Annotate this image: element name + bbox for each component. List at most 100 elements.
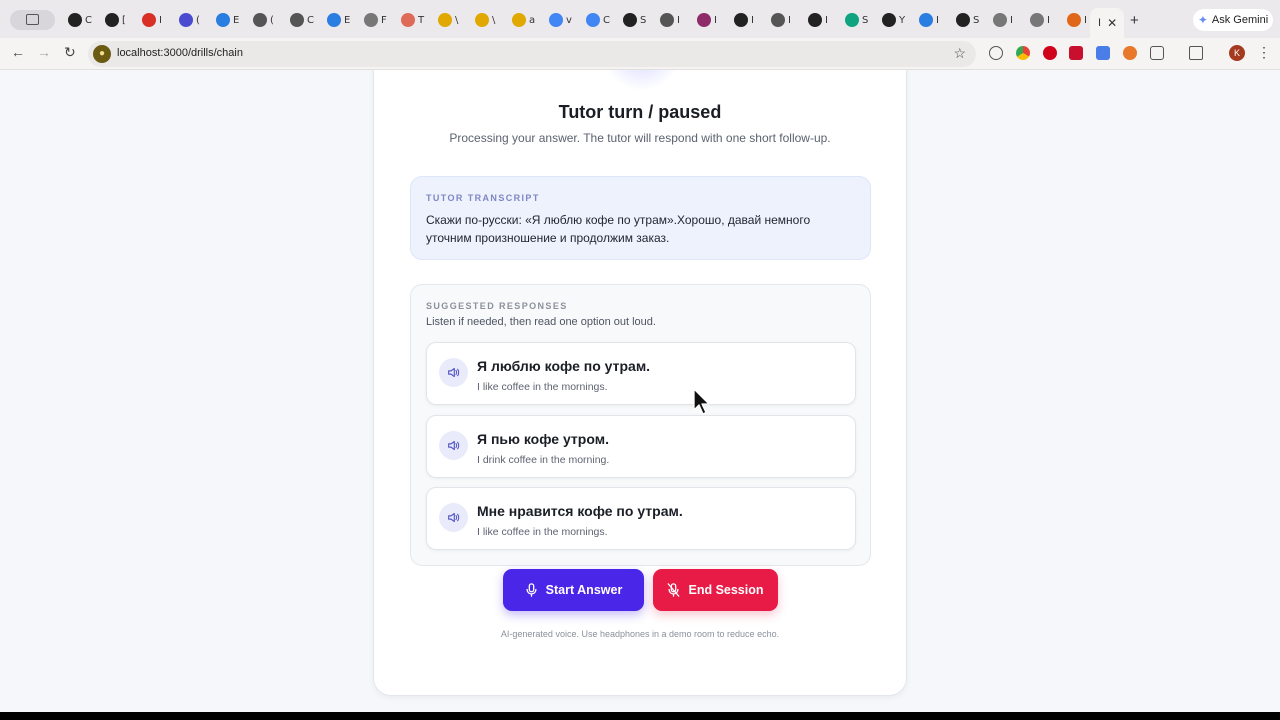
url-text[interactable]: localhost:3000/drills/chain — [117, 47, 243, 59]
ask-gemini-button[interactable]: ✦ Ask Gemini — [1193, 9, 1273, 31]
red-extension-icon[interactable] — [1069, 46, 1083, 60]
browser-tab[interactable]: I — [808, 11, 842, 29]
browser-tab[interactable]: ( — [179, 11, 213, 29]
app-icon — [179, 13, 193, 27]
browser-tab[interactable]: I — [734, 11, 768, 29]
browser-tab[interactable]: I — [993, 11, 1027, 29]
github-icon — [808, 13, 822, 27]
browser-tab-title: \ — [492, 14, 496, 26]
clock-icon — [290, 13, 304, 27]
speaker-icon — [448, 512, 460, 523]
clock-icon — [956, 13, 970, 27]
browser-tab[interactable]: I — [697, 11, 731, 29]
tab-search-panel-icon[interactable] — [1189, 46, 1203, 60]
orange-extension-icon[interactable] — [1123, 46, 1137, 60]
extensions-puzzle-icon[interactable] — [1150, 46, 1164, 60]
chrome-icon — [660, 13, 674, 27]
browser-tab[interactable]: ( — [253, 11, 287, 29]
browser-tab-title: I — [825, 14, 828, 26]
browser-tab-title: I — [714, 14, 717, 26]
address-bar[interactable]: ● localhost:3000/drills/chain ☆ — [88, 41, 976, 67]
response-option[interactable]: Я пью кофе утром. I drink coffee in the … — [426, 415, 856, 478]
browser-tab-title: I — [1010, 14, 1013, 26]
tab-active[interactable]: I ✕ — [1090, 8, 1124, 38]
browser-tab[interactable]: I — [919, 11, 953, 29]
gemini-sparkle-icon: ✦ — [1197, 13, 1208, 27]
site-mic-icon[interactable]: ● — [93, 45, 111, 63]
browser-tab[interactable]: a — [512, 11, 546, 29]
browser-tab-title: F — [381, 14, 387, 26]
browser-tab[interactable]: C — [290, 11, 324, 29]
browser-tab-title: I — [751, 14, 754, 26]
speaker-icon — [448, 440, 460, 451]
start-answer-button[interactable]: Start Answer — [503, 569, 644, 611]
browser-tab[interactable]: C — [586, 11, 620, 29]
analytics-icon — [105, 13, 119, 27]
browser-tab[interactable]: I — [660, 11, 694, 29]
back-arrow-icon[interactable]: ← — [11, 44, 25, 60]
chrome-extension-icon[interactable] — [1016, 46, 1030, 60]
browser-tab-title: \ — [455, 14, 459, 26]
face-icon — [475, 13, 489, 27]
browser-tab[interactable]: \ — [438, 11, 472, 29]
browser-tab[interactable]: I — [1030, 11, 1064, 29]
browser-tab-title: S — [862, 14, 869, 26]
browser-tab-title: Y — [899, 14, 906, 26]
browser-tab[interactable]: [ — [105, 11, 139, 29]
globe-icon — [216, 13, 230, 27]
play-audio-button[interactable] — [439, 503, 468, 532]
chrome-icon — [771, 13, 785, 27]
forward-arrow-icon[interactable]: → — [37, 44, 51, 60]
google-icon — [586, 13, 600, 27]
response-option[interactable]: Я люблю кофе по утрам. I like coffee in … — [426, 342, 856, 405]
shield-extension-icon[interactable] — [1043, 46, 1057, 60]
browser-tab-title: I — [936, 14, 939, 26]
browser-tab[interactable]: E — [216, 11, 250, 29]
browser-tab-title: C — [307, 14, 314, 26]
puzzle-icon — [327, 13, 341, 27]
start-answer-label: Start Answer — [545, 583, 623, 597]
suggested-responses-panel: SUGGESTED RESPONSES Listen if needed, th… — [410, 284, 871, 566]
reload-icon[interactable]: ↻ — [64, 44, 76, 61]
response-option[interactable]: Мне нравится кофе по утрам. I like coffe… — [426, 487, 856, 550]
browser-tab[interactable]: v — [549, 11, 583, 29]
twitch-icon — [697, 13, 711, 27]
profile-avatar[interactable]: K — [1229, 45, 1245, 61]
new-tab-button[interactable]: + — [1130, 12, 1139, 29]
bookmark-star-icon[interactable]: ☆ — [953, 45, 966, 62]
browser-tab-title: [ — [122, 14, 126, 26]
browser-tab-title: I — [1047, 14, 1050, 26]
end-session-button[interactable]: End Session — [653, 569, 778, 611]
cube-icon — [401, 13, 415, 27]
play-audio-button[interactable] — [439, 431, 468, 460]
browser-tab[interactable]: F — [364, 11, 398, 29]
browser-tab[interactable]: E — [327, 11, 361, 29]
browser-tab-title: I — [1084, 14, 1087, 26]
browser-tab[interactable]: S — [845, 11, 879, 29]
github-icon — [623, 13, 637, 27]
status-title: Tutor turn / paused — [558, 102, 722, 122]
play-audio-button[interactable] — [439, 358, 468, 387]
browser-tab[interactable]: S — [956, 11, 990, 29]
tutor-transcript-panel: TUTOR TRANSCRIPT Скажи по-русски: «Я люб… — [410, 176, 871, 260]
browser-tab[interactable]: I — [771, 11, 805, 29]
browser-tab[interactable]: I — [142, 11, 176, 29]
response-russian: Я люблю кофе по утрам. — [477, 358, 651, 374]
translate-extension-icon[interactable] — [1096, 46, 1110, 60]
browser-tab[interactable]: Y — [882, 11, 916, 29]
browser-tab[interactable]: S — [623, 11, 657, 29]
browser-tab-title: S — [640, 14, 647, 26]
github-icon — [734, 13, 748, 27]
microphone-off-icon — [668, 583, 680, 597]
browser-tab[interactable]: T — [401, 11, 435, 29]
search-extension-icon[interactable] — [989, 46, 1003, 60]
tab-close-icon[interactable]: ✕ — [1107, 16, 1117, 30]
globe-icon — [1030, 13, 1044, 27]
face-icon — [512, 13, 526, 27]
browser-tab[interactable]: C — [68, 11, 102, 29]
gmail-icon — [142, 13, 156, 27]
voice-disclaimer: AI-generated voice. Use headphones in a … — [500, 629, 780, 639]
browser-tab[interactable]: \ — [475, 11, 509, 29]
browser-menu-icon[interactable]: ⋮ — [1257, 44, 1271, 61]
tab-search-button[interactable] — [10, 10, 55, 30]
